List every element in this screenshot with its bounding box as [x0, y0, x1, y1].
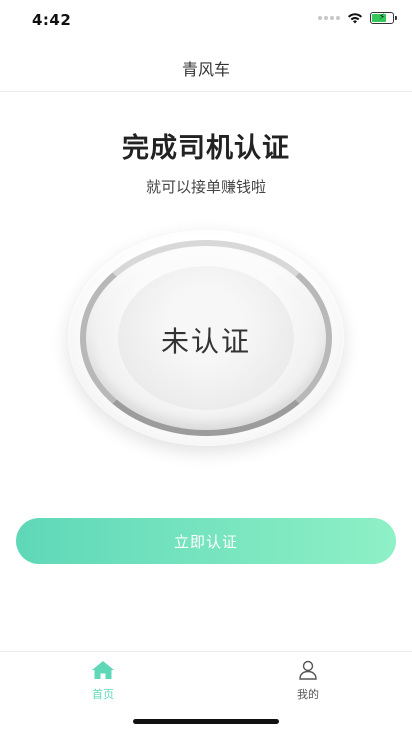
home-icon [92, 661, 114, 679]
home-indicator [133, 719, 279, 724]
verify-now-button[interactable]: 立即认证 [16, 518, 396, 564]
nav-bar: 青风车 [0, 40, 412, 92]
status-time: 4:42 [32, 11, 72, 29]
main-heading: 完成司机认证 [122, 133, 290, 164]
status-bar: 4:42 ⚡ [0, 0, 412, 40]
wifi-icon [348, 13, 362, 24]
person-icon [299, 660, 317, 680]
page-title: 青风车 [181, 60, 230, 79]
tab-home-label: 首页 [92, 688, 114, 701]
tab-mine-label: 我的 [297, 688, 319, 701]
sub-heading: 就可以接单赚钱啦 [145, 178, 266, 196]
battery-charging-icon: ⚡ [370, 12, 397, 24]
status-icons: ⚡ [318, 12, 397, 24]
tab-home[interactable]: 首页 [63, 660, 143, 702]
verification-status-label: 未认证 [160, 325, 251, 358]
tab-mine[interactable]: 我的 [268, 660, 348, 702]
cellular-signal-icon [318, 16, 340, 20]
